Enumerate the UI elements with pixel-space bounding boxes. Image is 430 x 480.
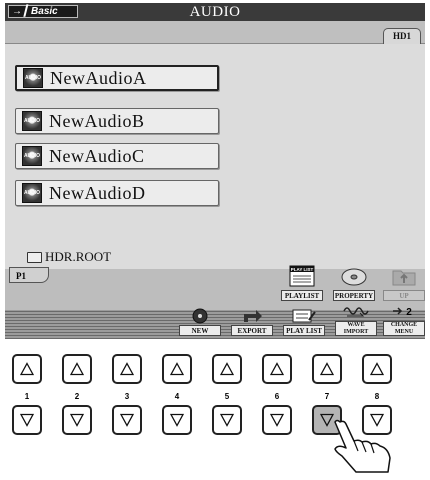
triangle-down-icon: [270, 413, 284, 427]
triangle-up-icon: [370, 362, 384, 376]
key-number: 1: [24, 392, 30, 401]
folder-icon: [27, 251, 42, 263]
add-playlist-icon: [283, 306, 325, 325]
folder-up-icon: [383, 261, 425, 290]
audio-file-icon: AUDIO: [22, 183, 42, 203]
playlist-icon-text: PLAY LIST: [291, 267, 314, 272]
file-name: NewAudioA: [50, 67, 147, 88]
key-number: 2: [74, 392, 80, 401]
triangle-up-icon: [320, 362, 334, 376]
file-item[interactable]: AUDIO NewAudioA: [15, 65, 219, 91]
change-menu-button[interactable]: 2 CHANGE MENU: [383, 301, 425, 336]
wave-import-label: WAVE IMPORT: [335, 321, 377, 336]
triangle-down-icon: [170, 413, 184, 427]
playlist-icon: PLAY LIST: [281, 261, 323, 290]
pointing-hand-icon: [334, 419, 391, 473]
audio-file-icon: AUDIO: [22, 111, 42, 131]
export-arrow-icon: [231, 306, 273, 325]
audio-file-icon: AUDIO: [23, 68, 43, 88]
export-button[interactable]: EXPORT: [231, 306, 273, 336]
key-5-down[interactable]: [212, 405, 242, 435]
key-2-down[interactable]: [62, 405, 92, 435]
page-title: AUDIO: [189, 4, 241, 20]
change-menu-icon-text: 2: [406, 307, 412, 318]
key-3-up[interactable]: [112, 354, 142, 384]
playlist-button[interactable]: PLAY LIST PLAYLIST: [281, 261, 323, 301]
file-name: NewAudioD: [49, 182, 146, 203]
triangle-up-icon: [120, 362, 134, 376]
key-8-up[interactable]: [362, 354, 392, 384]
new-button[interactable]: NEW: [179, 306, 221, 336]
file-name: NewAudioB: [49, 110, 145, 131]
file-item[interactable]: AUDIO NewAudioB: [15, 108, 219, 134]
play-list-button[interactable]: PLAY LIST: [283, 306, 325, 336]
key-number: 3: [124, 392, 130, 401]
up-label: UP: [383, 290, 425, 301]
key-number: 8: [374, 392, 380, 401]
triangle-up-icon: [270, 362, 284, 376]
key-number: 5: [224, 392, 230, 401]
key-1-down[interactable]: [12, 405, 42, 435]
audio-file-icon: AUDIO: [22, 146, 42, 166]
disc-icon: [333, 261, 375, 290]
file-item[interactable]: AUDIO NewAudioC: [15, 143, 219, 169]
triangle-down-icon: [70, 413, 84, 427]
key-6-up[interactable]: [262, 354, 292, 384]
play-list-label: PLAY LIST: [283, 325, 325, 336]
title-bar: →┃ Basic AUDIO: [5, 3, 425, 21]
lcd-screen: →┃ Basic AUDIO HD1 AUDIO NewAudioA AUDIO…: [5, 3, 425, 339]
key-4-up[interactable]: [162, 354, 192, 384]
key-4-down[interactable]: [162, 405, 192, 435]
folder-path: HDR.ROOT: [45, 249, 112, 264]
property-label: PROPERTY: [333, 290, 375, 301]
key-number: 6: [274, 392, 280, 401]
key-1-up[interactable]: [12, 354, 42, 384]
triangle-up-icon: [20, 362, 34, 376]
playlist-label: PLAYLIST: [281, 290, 323, 301]
key-5-up[interactable]: [212, 354, 242, 384]
change-menu-label: CHANGE MENU: [383, 321, 425, 336]
file-item[interactable]: AUDIO NewAudioD: [15, 180, 219, 206]
triangle-down-icon: [220, 413, 234, 427]
key-3-down[interactable]: [112, 405, 142, 435]
new-disc-icon: [179, 306, 221, 325]
new-label: NEW: [179, 325, 221, 336]
triangle-up-icon: [220, 362, 234, 376]
key-6-down[interactable]: [262, 405, 292, 435]
change-menu-icon: 2: [383, 301, 425, 321]
key-7-up[interactable]: [312, 354, 342, 384]
triangle-up-icon: [170, 362, 184, 376]
tab-hd1[interactable]: HD1: [383, 28, 421, 44]
drive-tab-row: HD1: [5, 21, 425, 44]
triangle-down-icon: [120, 413, 134, 427]
file-name: NewAudioC: [49, 145, 145, 166]
export-label: EXPORT: [231, 325, 273, 336]
key-2-up[interactable]: [62, 354, 92, 384]
up-button[interactable]: UP: [383, 261, 425, 301]
current-folder: HDR.ROOT: [27, 249, 111, 265]
tab-p1[interactable]: P1: [9, 267, 49, 283]
key-number: 4: [174, 392, 180, 401]
wave-import-icon: [335, 301, 377, 321]
property-button[interactable]: PROPERTY: [333, 261, 375, 301]
triangle-down-icon: [20, 413, 34, 427]
wave-import-button[interactable]: WAVE IMPORT: [335, 301, 377, 336]
key-number: 7: [324, 392, 330, 401]
triangle-up-icon: [70, 362, 84, 376]
